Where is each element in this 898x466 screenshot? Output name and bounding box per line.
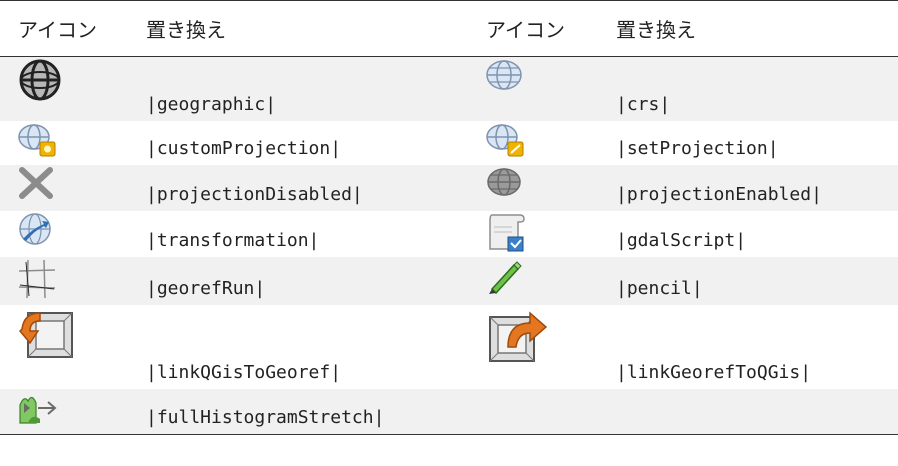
substitution-text: |setProjection| — [616, 137, 779, 159]
link-georef-to-qgis-icon — [489, 310, 548, 362]
table-row: |georefRun| |pencil| — [0, 256, 898, 305]
table-row: |transformation| |gdalScript| — [0, 210, 898, 257]
substitution-text: |transformation| — [146, 229, 320, 251]
substitution-text: |linkGeorefToQGis| — [616, 361, 812, 383]
header-icon-1: アイコン — [18, 18, 97, 42]
set-projection-icon — [486, 123, 524, 156]
pencil-icon — [489, 260, 522, 294]
custom-projection-icon — [18, 123, 56, 156]
table-row: |customProjection| |setProjection| — [0, 120, 898, 165]
table-row: |linkQGisToGeoref| |linkGeorefToQGis| — [0, 304, 898, 389]
header-substitution-1: 置き換え — [146, 18, 226, 42]
gdal-script-icon — [489, 213, 525, 251]
substitution-text: |crs| — [616, 93, 671, 115]
substitution-text: |fullHistogramStretch| — [146, 407, 385, 428]
substitution-text: |pencil| — [616, 277, 703, 299]
georef-run-icon — [18, 259, 56, 298]
table-row: |geographic| |crs| — [0, 56, 898, 121]
substitution-text: |projectionDisabled| — [146, 183, 363, 205]
header-substitution-2: 置き換え — [616, 18, 696, 42]
substitution-text: |projectionEnabled| — [616, 183, 822, 205]
geographic-icon — [19, 59, 61, 101]
projection-enabled-icon — [487, 167, 521, 196]
substitution-text: |gdalScript| — [616, 229, 747, 251]
substitution-text: |geographic| — [146, 93, 277, 115]
link-qgis-to-georef-icon — [18, 311, 73, 358]
projection-disabled-icon — [19, 166, 53, 199]
table-row: |fullHistogramStretch| — [0, 388, 898, 435]
icon-substitution-table: アイコン 置き換え アイコン 置き換え |geographic| |crs| |… — [0, 0, 898, 435]
header-row: アイコン 置き換え アイコン 置き換え — [0, 0, 898, 57]
substitution-text: |georefRun| — [146, 277, 266, 299]
substitution-text: |linkQGisToGeoref| — [146, 361, 342, 383]
transformation-icon — [19, 212, 51, 245]
substitution-text: |customProjection| — [146, 137, 342, 159]
substitution-text — [598, 389, 898, 435]
header-icon-2: アイコン — [486, 18, 565, 42]
full-histogram-stretch-icon — [19, 396, 57, 424]
crs-icon — [486, 60, 522, 90]
table-row: |projectionDisabled| |projectionEnabled| — [0, 164, 898, 211]
